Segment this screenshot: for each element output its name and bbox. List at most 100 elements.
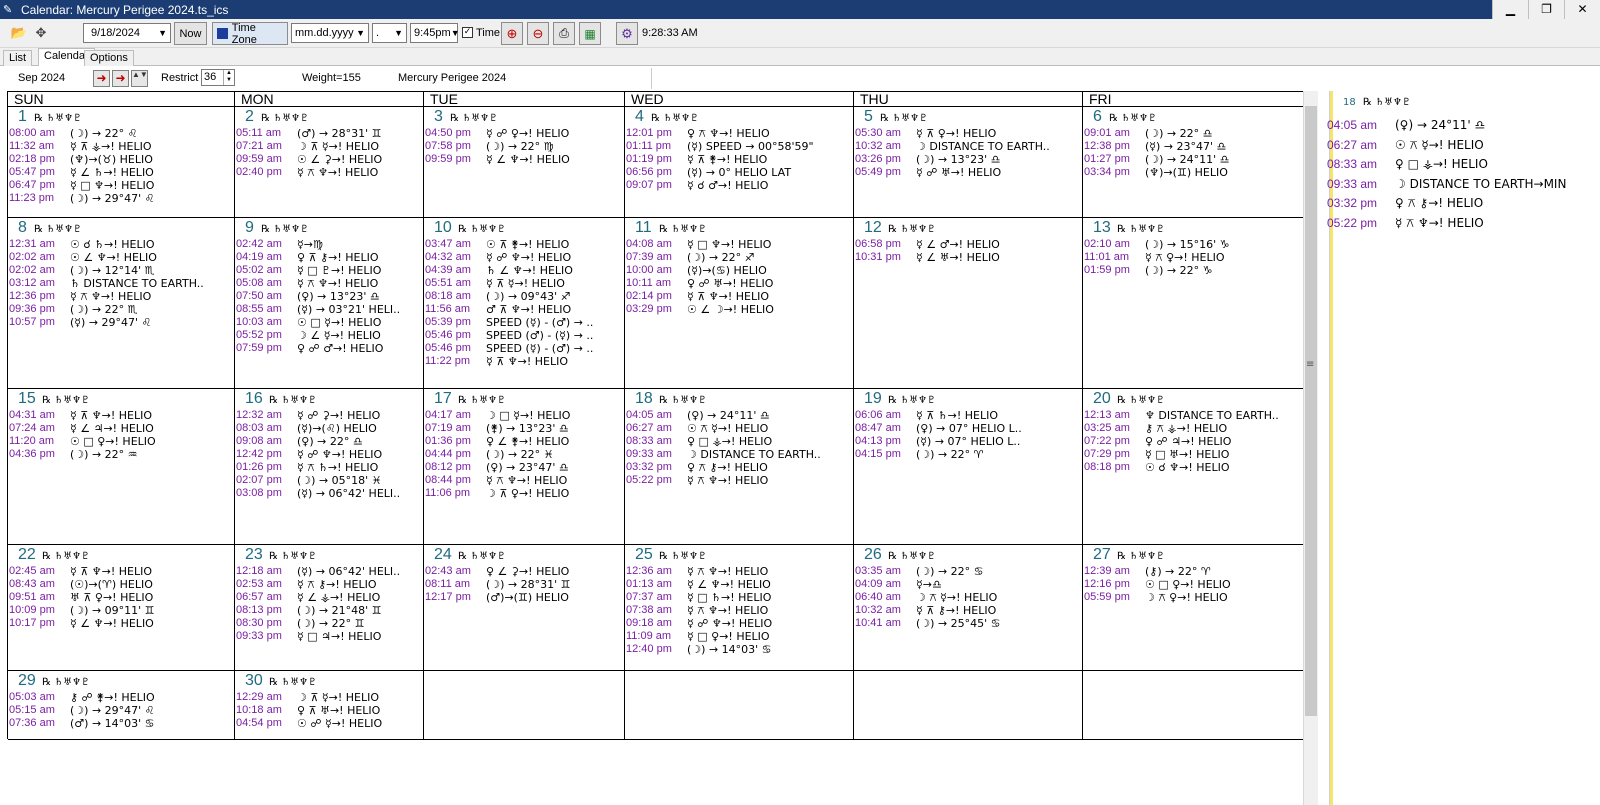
detail-event-row[interactable]: 06:27 am ☉ ⚻ ☿→! HELIO	[1327, 137, 1600, 153]
event-row[interactable]: 11:06 pm ☽ ⊼ ♀→! HELIO	[424, 487, 624, 500]
event-row[interactable]: 10:17 pm ☿ ∠ ♆→! HELIO	[8, 617, 234, 630]
day-cell[interactable]: 5 ℞ ♄♅♆♇ 05:30 am ☿ ⊼ ♀→! HELIO 10:32 am ☽ DI…	[854, 107, 1083, 218]
event-row[interactable]: 05:39 pm SPEED (☿) - (♂) → ..	[424, 316, 624, 329]
event-row[interactable]: 07:29 pm ☿ □ ♅→! HELIO	[1083, 448, 1303, 461]
event-row[interactable]: 03:34 pm (♆)→(♊) HELIO	[1083, 166, 1303, 179]
event-row[interactable]: 04:54 pm ☉ ☍ ☿→! HELIO	[235, 717, 423, 730]
empty-day-cell[interactable]	[625, 671, 854, 740]
event-row[interactable]: 09:33 pm ☿ □ ♃→! HELIO	[235, 630, 423, 643]
event-row[interactable]: 04:50 pm ☿ ☍ ♀→! HELIO	[424, 127, 624, 140]
day-cell[interactable]: 26 ℞ ♄♅♆♇ 03:35 am (☽) → 22° ♋ 04:09 am ☿→♎ 06…	[854, 545, 1083, 671]
event-row[interactable]: 07:36 am (♂) → 14°03' ♋	[8, 717, 234, 730]
move-icon[interactable]: ✥	[30, 22, 52, 44]
event-row[interactable]: 04:08 am ☿ □ ♆→! HELIO	[625, 238, 853, 251]
event-row[interactable]: 08:33 am ♀ □ ⚶→! HELIO	[625, 435, 853, 448]
event-row[interactable]: 07:59 pm ♀ ☍ ♂→! HELIO	[235, 342, 423, 355]
event-row[interactable]: 07:22 pm ♀ ☍ ♃→! HELIO	[1083, 435, 1303, 448]
event-row[interactable]: 12:32 am ☿ ☍ ⚳→! HELIO	[235, 409, 423, 422]
event-row[interactable]: 06:57 am ☿ ∠ ⚶→! HELIO	[235, 591, 423, 604]
event-row[interactable]: 12:40 pm (☽) → 14°03' ♋	[625, 643, 853, 656]
event-row[interactable]: 07:21 am ☽ ⊼ ☿→! HELIO	[235, 140, 423, 153]
day-cell[interactable]: 30 ℞ ♄♅♆♇ 12:29 am ☽ ⊼ ☿→! HELIO 10:18 am ♀ ⊼…	[235, 671, 424, 740]
day-cell[interactable]: 6 ℞ ♄♅♆♇ 09:01 am (☽) → 22° ♎ 12:38 pm (☿) → …	[1083, 107, 1304, 218]
event-row[interactable]: 09:18 am ☿ ☍ ♆→! HELIO	[625, 617, 853, 630]
event-row[interactable]: 05:46 pm SPEED (☿) - (♂) → ..	[424, 342, 624, 355]
tab-options[interactable]: Options	[84, 50, 134, 66]
event-row[interactable]: 02:02 am ☉ ∠ ♆→! HELIO	[8, 251, 234, 264]
event-row[interactable]: 07:24 am ☿ ∠ ♃→! HELIO	[8, 422, 234, 435]
event-row[interactable]: 02:18 pm (♆)→(♉) HELIO	[8, 153, 234, 166]
day-cell[interactable]: 25 ℞ ♄♅♆♇ 12:36 am ☿ ⚻ ♆→! HELIO 01:13 am ☿ ∠…	[625, 545, 854, 671]
event-row[interactable]: 08:12 pm (♀) → 23°47' ♎	[424, 461, 624, 474]
event-row[interactable]: 05:59 pm ☽ ⚻ ♀→! HELIO	[1083, 591, 1303, 604]
event-row[interactable]: 06:40 am ☽ ⚻ ☿→! HELIO	[854, 591, 1082, 604]
event-row[interactable]: 06:27 am ☉ ⚻ ☿→! HELIO	[625, 422, 853, 435]
event-row[interactable]: 04:05 am (♀) → 24°11' ♎	[625, 409, 853, 422]
event-row[interactable]: 04:19 am ♀ ⊼ ⚷→! HELIO	[235, 251, 423, 264]
vertical-scrollbar[interactable]: ≡	[1303, 91, 1318, 805]
event-row[interactable]: 05:22 pm ☿ ⚻ ♆→! HELIO	[625, 474, 853, 487]
event-row[interactable]: 12:01 pm ♀ ⚻ ♆→! HELIO	[625, 127, 853, 140]
zoom-out-icon[interactable]: ⊖	[527, 22, 549, 45]
event-row[interactable]: 03:35 am (☽) → 22° ♋	[854, 565, 1082, 578]
event-row[interactable]: 07:19 am (⚵) → 13°23' ♎	[424, 422, 624, 435]
event-row[interactable]: 10:31 pm ☿ ∠ ♅→! HELIO	[854, 251, 1082, 264]
event-row[interactable]: 08:30 pm (☽) → 22° ♊	[235, 617, 423, 630]
event-row[interactable]: 05:30 am ☿ ⊼ ♀→! HELIO	[854, 127, 1082, 140]
event-row[interactable]: 12:42 pm ☿ ☍ ♆→! HELIO	[235, 448, 423, 461]
event-row[interactable]: 10:32 am ☿ ⊼ ⚷→! HELIO	[854, 604, 1082, 617]
event-row[interactable]: 07:39 am (☽) → 22° ♐	[625, 251, 853, 264]
event-row[interactable]: 05:47 pm ☿ ∠ ♄→! HELIO	[8, 166, 234, 179]
maximize-button[interactable]: ❐	[1528, 0, 1564, 19]
event-row[interactable]: 06:47 pm ☿ □ ♆→! HELIO	[8, 179, 234, 192]
event-row[interactable]: 01:13 am ☿ ∠ ♆→! HELIO	[625, 578, 853, 591]
minimize-button[interactable]: ▁	[1492, 0, 1528, 19]
day-cell[interactable]: 20 ℞ ♄♅♆♇ 12:13 am ♆ DISTANCE TO EARTH.. 03:…	[1083, 389, 1304, 545]
event-row[interactable]: 08:43 am (☉)→(♈) HELIO	[8, 578, 234, 591]
event-row[interactable]: 03:47 am ☉ ⊼ ⚵→! HELIO	[424, 238, 624, 251]
detail-event-row[interactable]: 09:33 am ☽ DISTANCE TO EARTH→MIN	[1327, 176, 1600, 192]
event-row[interactable]: 10:32 am ☽ DISTANCE TO EARTH..	[854, 140, 1082, 153]
next-month-arrow-icon[interactable]: ➜	[112, 70, 129, 87]
open-folder-icon[interactable]: 📂	[8, 22, 30, 44]
day-cell[interactable]: 1 ℞ ♄♅♆♇ 08:00 am (☽) → 22° ♌ 11:32 am ☿ ⊼ ⚶→…	[8, 107, 235, 218]
time-checkbox[interactable]: ✓	[462, 27, 473, 38]
day-cell[interactable]: 18 ℞ ♄♅♆♇ 04:05 am (♀) → 24°11' ♎ 06:27 am ☉ …	[625, 389, 854, 545]
time-select[interactable]: 9:45pm ▼	[410, 23, 460, 43]
day-cell[interactable]: 9 ℞ ♄♅♆♇ 02:42 am ☿→♍ 04:19 am ♀ ⊼ ⚷→! HELIO 0…	[235, 218, 424, 389]
event-row[interactable]: 08:00 am (☽) → 22° ♌	[8, 127, 234, 140]
separator-select[interactable]: . ▼	[372, 23, 407, 43]
event-row[interactable]: 05:46 pm SPEED (♂) - (☿) → ..	[424, 329, 624, 342]
event-row[interactable]: 08:13 pm (☽) → 21°48' ♊	[235, 604, 423, 617]
event-row[interactable]: 07:37 am ☿ □ ♄→! HELIO	[625, 591, 853, 604]
detail-event-row[interactable]: 03:32 pm ♀ ⚻ ⚷→! HELIO	[1327, 195, 1600, 211]
event-row[interactable]: 07:58 pm (☽) → 22° ♍	[424, 140, 624, 153]
event-row[interactable]: 11:22 pm ☿ ⊼ ♆→! HELIO	[424, 355, 624, 368]
tab-list[interactable]: List	[3, 50, 33, 66]
event-row[interactable]: 05:51 am ☿ ⊼ ☿→! HELIO	[424, 277, 624, 290]
day-cell[interactable]: 29 ℞ ♄♅♆♇ 05:03 am ⚷ ☍ ⚵→! HELIO 05:15 am (☽)…	[8, 671, 235, 740]
event-row[interactable]: 05:15 am (☽) → 29°47' ♌	[8, 704, 234, 717]
event-row[interactable]: 02:07 pm (☽) → 05°18' ♓	[235, 474, 423, 487]
event-row[interactable]: 03:08 pm (☿) → 06°42' HELI..	[235, 487, 423, 500]
event-row[interactable]: 10:09 pm (☽) → 09°11' ♊	[8, 604, 234, 617]
event-row[interactable]: 09:07 pm ☿ ☌ ♂→! HELIO	[625, 179, 853, 192]
event-row[interactable]: 11:01 am ☿ ⚻ ♀→! HELIO	[1083, 251, 1303, 264]
event-row[interactable]: 08:03 am (☿)→(♌) HELIO	[235, 422, 423, 435]
event-row[interactable]: 03:25 am ⚷ ⚻ ⚶→! HELIO	[1083, 422, 1303, 435]
event-row[interactable]: 08:18 pm ☉ ☌ ♆→! HELIO	[1083, 461, 1303, 474]
day-cell[interactable]: 19 ℞ ♄♅♆♇ 06:06 am ☿ ⊼ ♄→! HELIO 08:47 am (♀)…	[854, 389, 1083, 545]
month-spinner[interactable]: ▲▼	[131, 70, 148, 87]
event-row[interactable]: 05:11 am (♂) → 28°31' ♊	[235, 127, 423, 140]
close-button[interactable]: ✕	[1564, 0, 1600, 19]
excel-export-icon[interactable]: ▦	[579, 22, 601, 45]
event-row[interactable]: 02:40 pm ☿ ⚻ ♆→! HELIO	[235, 166, 423, 179]
date-format-select[interactable]: mm.dd.yyyy ▼	[291, 23, 369, 43]
event-row[interactable]: 09:51 am ♅ ⊼ ♀→! HELIO	[8, 591, 234, 604]
event-row[interactable]: 02:53 am ☿ ⚻ ⚷→! HELIO	[235, 578, 423, 591]
event-row[interactable]: 09:33 am ☽ DISTANCE TO EARTH..	[625, 448, 853, 461]
event-row[interactable]: 08:47 am (♀) → 07° HELIO L..	[854, 422, 1082, 435]
event-row[interactable]: 01:26 pm ☿ ⚻ ♄→! HELIO	[235, 461, 423, 474]
event-row[interactable]: 09:59 am ☉ ∠ ⚳→! HELIO	[235, 153, 423, 166]
timezone-button[interactable]: Time Zone	[212, 22, 288, 46]
